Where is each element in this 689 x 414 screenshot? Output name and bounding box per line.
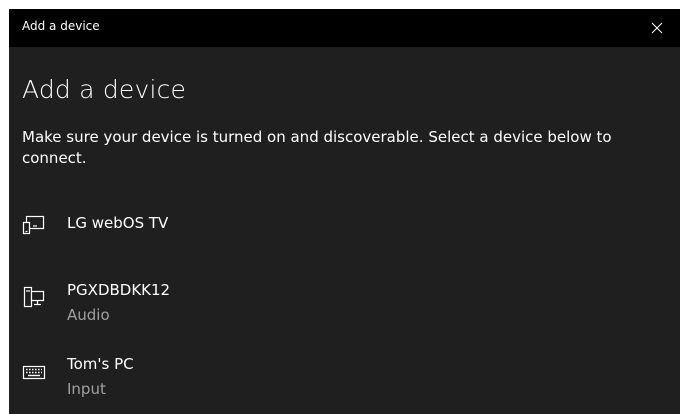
- keyboard-icon: [22, 365, 46, 380]
- computer-icon: [23, 286, 45, 308]
- device-name: Tom's PC: [67, 355, 134, 373]
- add-device-window: Add a device Add a device Make sure your…: [9, 9, 680, 414]
- close-button[interactable]: [634, 9, 680, 47]
- page-heading: Add a device: [22, 75, 187, 104]
- instruction-text: Make sure your device is turned on and d…: [22, 128, 612, 167]
- window-title: Add a device: [22, 19, 100, 33]
- device-type: Audio: [67, 306, 110, 324]
- device-item-lg-webos-tv[interactable]: LG webOS TV: [9, 199, 680, 259]
- title-bar: Add a device: [9, 9, 680, 47]
- close-icon: [651, 22, 663, 34]
- device-name: PGXDBDKK12: [67, 281, 171, 299]
- device-item-toms-pc[interactable]: Tom's PC Input: [9, 354, 680, 414]
- device-name: LG webOS TV: [67, 214, 169, 232]
- device-item-pgxdbdkk12[interactable]: PGXDBDKK12 Audio: [9, 279, 680, 339]
- device-type: Input: [67, 380, 106, 398]
- tv-icon: [22, 215, 45, 235]
